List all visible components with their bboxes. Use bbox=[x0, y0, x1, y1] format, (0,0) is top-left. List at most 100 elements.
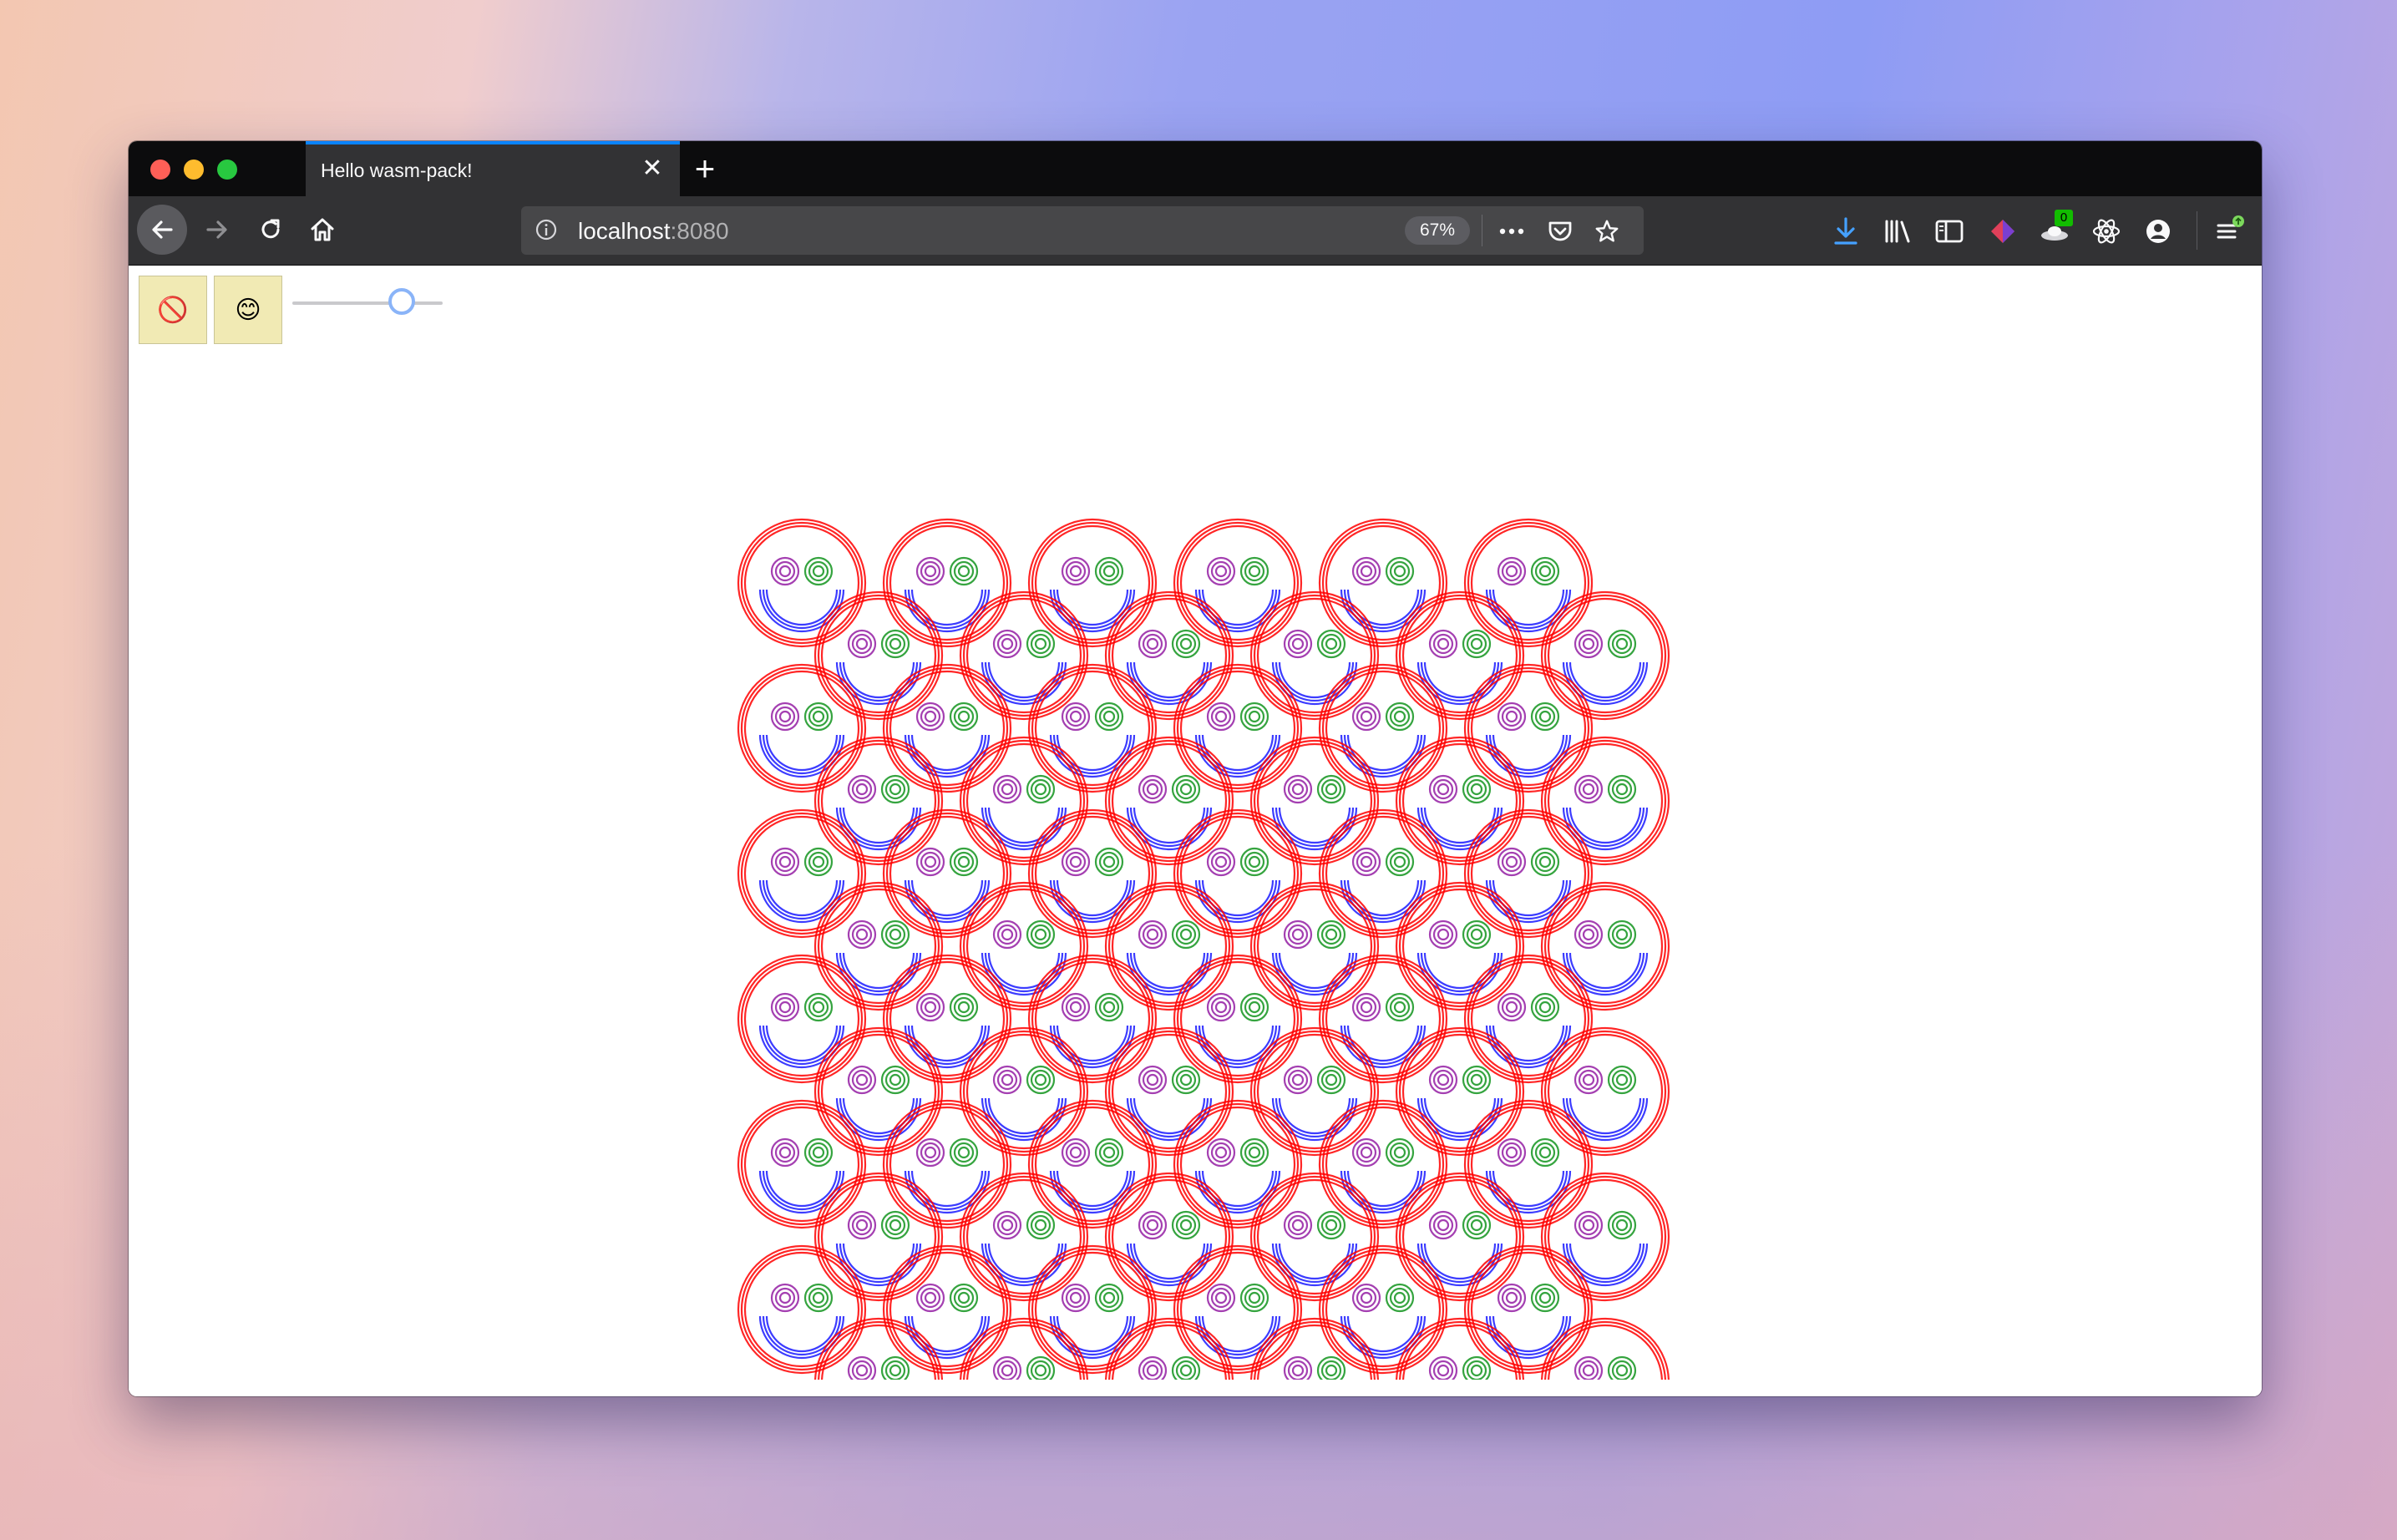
window-minimize-button[interactable] bbox=[184, 160, 204, 180]
smiley-face bbox=[1173, 518, 1303, 648]
smiley-face bbox=[1027, 1244, 1158, 1375]
smiley-face bbox=[882, 808, 1012, 939]
smiley-face bbox=[1540, 736, 1670, 866]
smiley-face bbox=[882, 1099, 1012, 1229]
account-icon[interactable] bbox=[2141, 215, 2175, 248]
url-port: :8080 bbox=[670, 218, 729, 244]
slider-thumb[interactable] bbox=[388, 288, 416, 315]
tab-bar: Hello wasm-pack! ✕ + bbox=[129, 141, 2262, 196]
smiley-face bbox=[1249, 1172, 1380, 1302]
smiley-face bbox=[1395, 590, 1525, 721]
smiley-face bbox=[1318, 1244, 1448, 1375]
bookmark-star-icon[interactable] bbox=[1594, 218, 1620, 245]
smiley-face bbox=[882, 518, 1012, 648]
smiley-face bbox=[1027, 518, 1158, 648]
smiley-face bbox=[1395, 736, 1525, 866]
smiley-face bbox=[1463, 1244, 1594, 1375]
forward-button[interactable] bbox=[192, 205, 242, 255]
url-bar[interactable]: localhost:8080 67% bbox=[521, 206, 1644, 255]
react-devtools-icon[interactable] bbox=[2090, 215, 2123, 248]
smiley-face bbox=[959, 736, 1089, 866]
smiley-face bbox=[1395, 1172, 1525, 1302]
home-button[interactable] bbox=[297, 205, 347, 255]
smiley-face bbox=[1395, 881, 1525, 1011]
url-text[interactable]: localhost:8080 bbox=[578, 218, 729, 245]
smiley-face bbox=[1463, 954, 1594, 1084]
smiley-face bbox=[1173, 1099, 1303, 1229]
tab-active[interactable]: Hello wasm-pack! ✕ bbox=[306, 141, 680, 196]
smiley-face bbox=[959, 1172, 1089, 1302]
smiley-face bbox=[1463, 663, 1594, 793]
url-host: localhost bbox=[578, 218, 671, 244]
smiley-face bbox=[813, 1172, 944, 1302]
library-icon[interactable] bbox=[1881, 215, 1914, 248]
home-icon bbox=[311, 218, 334, 241]
smiley-face bbox=[1104, 881, 1234, 1011]
reload-button[interactable] bbox=[246, 205, 296, 255]
window-close-button[interactable] bbox=[150, 160, 170, 180]
stop-button[interactable]: 🚫 bbox=[139, 276, 207, 344]
window-maximize-button[interactable] bbox=[217, 160, 237, 180]
smiley-face bbox=[1249, 1026, 1380, 1157]
close-icon[interactable]: ✕ bbox=[638, 155, 666, 183]
smiley-canvas bbox=[737, 518, 1670, 1380]
pocket-icon[interactable] bbox=[1547, 218, 1574, 245]
tab-title: Hello wasm-pack! bbox=[321, 160, 473, 181]
smiley-face bbox=[1027, 663, 1158, 793]
slider-track bbox=[292, 301, 443, 305]
back-button[interactable] bbox=[137, 205, 187, 255]
smiley-face bbox=[1027, 808, 1158, 939]
smiley-face bbox=[1173, 954, 1303, 1084]
smiley-face bbox=[1104, 1026, 1234, 1157]
smiley-face bbox=[1318, 663, 1448, 793]
reload-icon bbox=[261, 219, 280, 239]
navigation-toolbar: localhost:8080 67% 0 bbox=[129, 196, 2262, 266]
smiley-face bbox=[882, 663, 1012, 793]
page-actions-more-icon[interactable] bbox=[1498, 218, 1525, 245]
smiley-face bbox=[737, 1099, 867, 1229]
smiley-face bbox=[737, 1244, 867, 1375]
prohibited-icon: 🚫 bbox=[157, 296, 189, 324]
extension-diamond-icon[interactable] bbox=[1986, 215, 2019, 248]
smiley-face bbox=[959, 881, 1089, 1011]
smiley-face bbox=[1249, 736, 1380, 866]
downloads-icon[interactable] bbox=[1829, 215, 1862, 248]
download-count-badge: 0 bbox=[2055, 210, 2073, 226]
smiley-face bbox=[959, 1026, 1089, 1157]
page-content: 🚫 😊 bbox=[129, 266, 2262, 1396]
smiley-face bbox=[737, 808, 867, 939]
browser-window: Hello wasm-pack! ✕ + localhost:8080 67% … bbox=[129, 141, 2262, 1396]
sidebar-icon[interactable] bbox=[1933, 215, 1966, 248]
arrow-left-icon bbox=[152, 220, 173, 239]
smiley-face bbox=[1318, 954, 1448, 1084]
smiley-face bbox=[813, 590, 944, 721]
size-slider[interactable] bbox=[292, 286, 443, 319]
smiley-face bbox=[1318, 518, 1448, 648]
smiley-face bbox=[813, 881, 944, 1011]
arrow-right-icon bbox=[206, 220, 227, 239]
smiley-face bbox=[1540, 590, 1670, 721]
smiley-face bbox=[959, 590, 1089, 721]
smiley-face bbox=[737, 663, 867, 793]
smiling-face-icon: 😊 bbox=[235, 296, 261, 324]
smiley-face bbox=[1027, 1099, 1158, 1229]
smiley-face bbox=[1104, 736, 1234, 866]
smiley-face bbox=[737, 954, 867, 1084]
smiley-face bbox=[1395, 1026, 1525, 1157]
extension-ufo-icon[interactable]: 0 bbox=[2038, 210, 2073, 248]
smiley-face bbox=[1463, 1099, 1594, 1229]
smiley-face bbox=[737, 518, 867, 648]
smiley-face bbox=[1540, 1172, 1670, 1302]
smiley-face bbox=[1173, 808, 1303, 939]
smiley-face bbox=[1318, 808, 1448, 939]
smiley-face bbox=[882, 1244, 1012, 1375]
smiley-face bbox=[1540, 881, 1670, 1011]
smiley-face bbox=[1173, 663, 1303, 793]
menu-hamburger-icon[interactable] bbox=[2213, 215, 2247, 248]
smiley-face bbox=[813, 736, 944, 866]
smiley-face bbox=[1027, 954, 1158, 1084]
zoom-level-badge[interactable]: 67% bbox=[1405, 216, 1470, 245]
new-tab-button[interactable]: + bbox=[687, 151, 723, 188]
smile-button[interactable]: 😊 bbox=[214, 276, 282, 344]
info-icon[interactable] bbox=[535, 218, 558, 246]
